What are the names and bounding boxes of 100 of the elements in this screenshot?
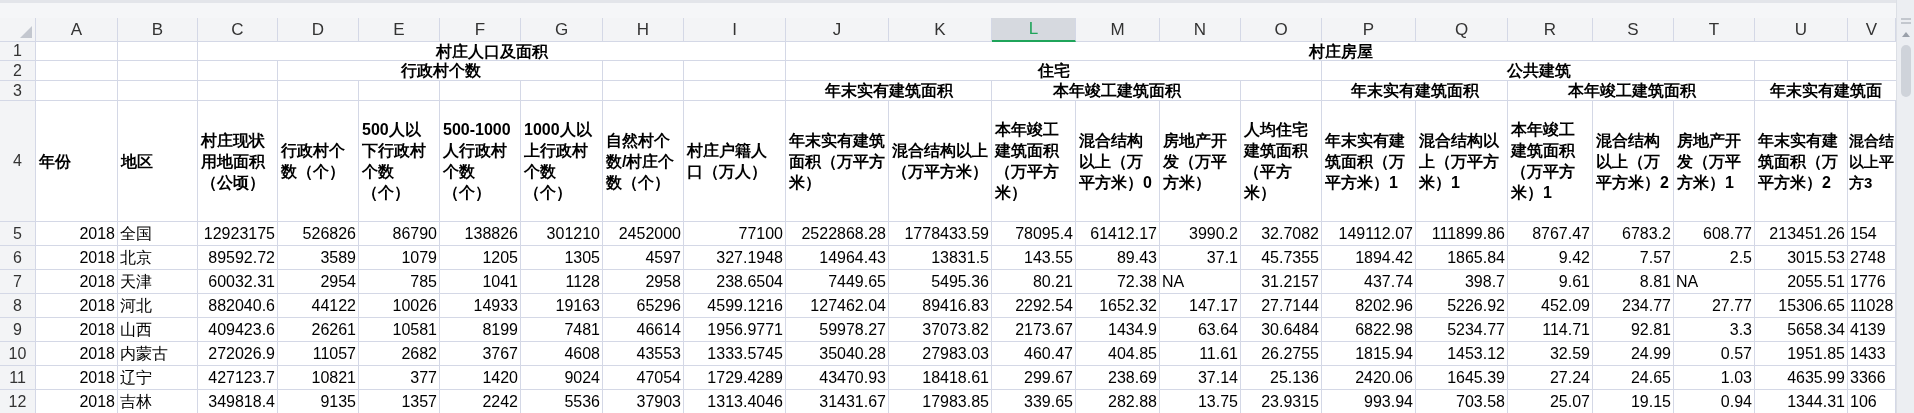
table-cell: 785 — [359, 270, 440, 294]
table-cell: 1951.85 — [1755, 342, 1848, 366]
row-header[interactable]: 9 — [0, 318, 36, 342]
table-cell: 内蒙古 — [118, 342, 198, 366]
table-cell: 61412.17 — [1076, 222, 1160, 246]
table-cell: 9024 — [521, 366, 603, 390]
column-header[interactable]: F — [440, 18, 521, 42]
column-title: 人均住宅建筑面积（平方米） — [1241, 101, 1322, 222]
column-title: 房地产开发（万平方米）1 — [1674, 101, 1755, 222]
row-header[interactable]: 4 — [0, 101, 36, 222]
row-header[interactable]: 2 — [0, 61, 36, 81]
table-cell: 47054 — [603, 366, 684, 390]
column-header[interactable]: S — [1593, 18, 1674, 42]
table-cell: 1645.39 — [1416, 366, 1508, 390]
table-cell: 2018 — [36, 342, 118, 366]
table-cell: 2.5 — [1674, 246, 1755, 270]
table-cell: 10821 — [278, 366, 359, 390]
table-cell: 1.03 — [1674, 366, 1755, 390]
column-header[interactable]: P — [1322, 18, 1416, 42]
select-all-icon[interactable] — [20, 26, 32, 38]
table-cell: 299.67 — [992, 366, 1076, 390]
row-header[interactable]: 8 — [0, 294, 36, 318]
table-cell: 26261 — [278, 318, 359, 342]
column-header[interactable]: C — [198, 18, 278, 42]
table-cell: 149112.07 — [1322, 222, 1416, 246]
table-cell: 27.7144 — [1241, 294, 1322, 318]
column-header[interactable]: K — [889, 18, 992, 42]
column-header[interactable]: I — [684, 18, 786, 42]
table-cell: 4599.1216 — [684, 294, 786, 318]
table-cell: 2018 — [36, 222, 118, 246]
table-cell: 1453.12 — [1416, 342, 1508, 366]
table-cell: 452.09 — [1508, 294, 1593, 318]
row-header[interactable]: 3 — [0, 81, 36, 101]
column-title: 自然村个数/村庄个数（个） — [603, 101, 684, 222]
table-cell: 天津 — [118, 270, 198, 294]
table-cell: 1729.4289 — [684, 366, 786, 390]
scrollbar-thumb[interactable] — [1900, 45, 1911, 97]
table-cell: 60032.31 — [198, 270, 278, 294]
table-cell: 14933 — [440, 294, 521, 318]
row-header[interactable]: 1 — [0, 42, 36, 61]
column-header[interactable]: H — [603, 18, 684, 42]
table-cell: 1420 — [440, 366, 521, 390]
column-title: 房地产开发（万平方米） — [1160, 101, 1241, 222]
column-header[interactable]: M — [1076, 18, 1160, 42]
table-cell: 0.94 — [1674, 390, 1755, 413]
column-header[interactable]: Q — [1416, 18, 1508, 42]
table-cell: 1815.94 — [1322, 342, 1416, 366]
group-header: 行政村个数 — [400, 62, 481, 80]
table-cell: 1357 — [359, 390, 440, 413]
column-title: 本年竣工建筑面积（万平方米） — [992, 101, 1076, 222]
column-header[interactable]: D — [278, 18, 359, 42]
vertical-scrollbar[interactable] — [1896, 0, 1914, 413]
table-cell: 213451.26 — [1755, 222, 1848, 246]
row-header[interactable]: 10 — [0, 342, 36, 366]
row-header[interactable]: 7 — [0, 270, 36, 294]
column-header[interactable]: O — [1241, 18, 1322, 42]
group-header: 住宅 — [1038, 62, 1070, 80]
column-header[interactable]: N — [1160, 18, 1241, 42]
table-cell: 15306.65 — [1755, 294, 1848, 318]
table-cell: 17983.85 — [889, 390, 992, 413]
column-header[interactable]: B — [118, 18, 198, 42]
table-cell: 63.64 — [1160, 318, 1241, 342]
table-cell: 8202.96 — [1322, 294, 1416, 318]
group-header: 本年竣工建筑面积 — [1567, 82, 1696, 100]
column-header[interactable]: U — [1755, 18, 1848, 42]
column-title: 年末实有建筑面积（万平方米） — [786, 101, 889, 222]
table-cell: 1079 — [359, 246, 440, 270]
table-cell: 1865.84 — [1416, 246, 1508, 270]
column-header[interactable]: G — [521, 18, 603, 42]
column-header[interactable]: J — [786, 18, 889, 42]
table-cell: 河北 — [118, 294, 198, 318]
column-header[interactable]: T — [1674, 18, 1755, 42]
table-cell: 1205 — [440, 246, 521, 270]
table-cell: 92.81 — [1593, 318, 1674, 342]
table-cell: 5495.36 — [889, 270, 992, 294]
column-header[interactable]: A — [36, 18, 118, 42]
column-header[interactable]: V — [1848, 18, 1896, 42]
table-cell: 8767.47 — [1508, 222, 1593, 246]
table-cell: 86790 — [359, 222, 440, 246]
table-cell: 89.43 — [1076, 246, 1160, 270]
table-cell: 吉林 — [118, 390, 198, 413]
table-cell: 238.6504 — [684, 270, 786, 294]
table-cell: 7481 — [521, 318, 603, 342]
split-icon[interactable] — [1900, 18, 1911, 24]
scroll-up-icon[interactable] — [1901, 32, 1910, 37]
table-cell: 44122 — [278, 294, 359, 318]
row-header[interactable]: 6 — [0, 246, 36, 270]
table-cell: 27983.03 — [889, 342, 992, 366]
group-header: 本年竣工建筑面积 — [1052, 82, 1181, 100]
table-cell: 2173.67 — [992, 318, 1076, 342]
column-header[interactable]: R — [1508, 18, 1593, 42]
table-cell: 111899.86 — [1416, 222, 1508, 246]
group-header: 年末实有建筑面积 — [1351, 82, 1479, 100]
column-header[interactable]: E — [359, 18, 440, 42]
table-cell: 404.85 — [1076, 342, 1160, 366]
row-header[interactable]: 5 — [0, 222, 36, 246]
row-header[interactable]: 12 — [0, 390, 36, 413]
row-header[interactable]: 11 — [0, 366, 36, 390]
table-cell: 9135 — [278, 390, 359, 413]
table-cell: 9.42 — [1508, 246, 1593, 270]
